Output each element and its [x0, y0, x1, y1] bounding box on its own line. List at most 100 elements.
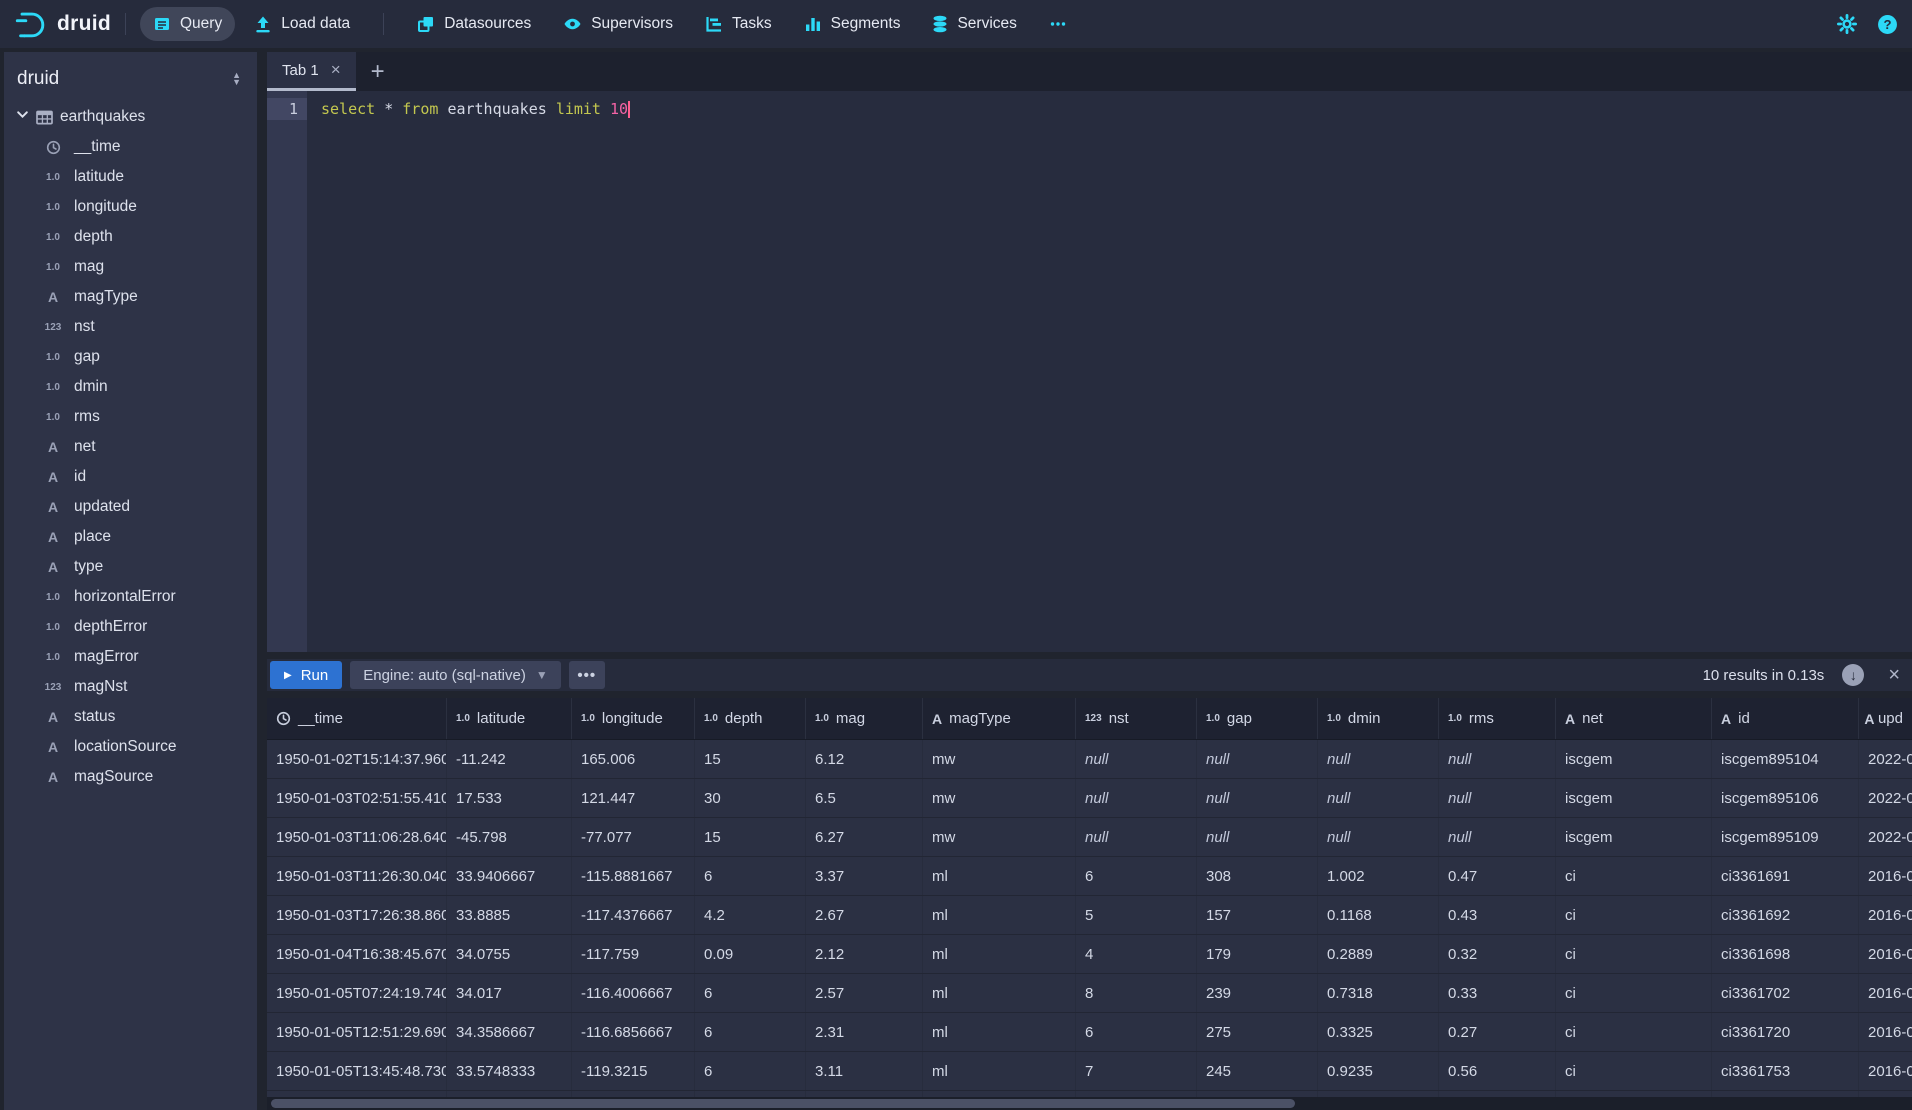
- cell[interactable]: ml: [923, 974, 1076, 1012]
- sidebar-column-gap[interactable]: 1.0gap: [4, 342, 257, 372]
- cell[interactable]: 1950-01-04T16:38:45.670Z: [267, 935, 447, 973]
- cell[interactable]: ci: [1556, 896, 1712, 934]
- cell[interactable]: ci3361692: [1712, 896, 1859, 934]
- cell[interactable]: 2.57: [806, 974, 923, 1012]
- cell[interactable]: -45.798: [447, 818, 572, 856]
- cell[interactable]: ml: [923, 857, 1076, 895]
- cell[interactable]: ci3361702: [1712, 974, 1859, 1012]
- cell[interactable]: 2.12: [806, 935, 923, 973]
- cell[interactable]: iscgem895106: [1712, 779, 1859, 817]
- cell[interactable]: 2022-0: [1859, 818, 1912, 856]
- cell[interactable]: -116.6856667: [572, 1013, 695, 1051]
- cell[interactable]: 0.1168: [1318, 896, 1439, 934]
- sidebar-column-type[interactable]: Atype: [4, 552, 257, 582]
- cell[interactable]: 179: [1197, 935, 1318, 973]
- cell[interactable]: iscgem895109: [1712, 818, 1859, 856]
- sidebar-column-horizontalError[interactable]: 1.0horizontalError: [4, 582, 257, 612]
- cell[interactable]: ml: [923, 1052, 1076, 1090]
- cell[interactable]: 6: [695, 1052, 806, 1090]
- cell[interactable]: 1950-01-03T02:51:55.410Z: [267, 779, 447, 817]
- sidebar-column-place[interactable]: Aplace: [4, 522, 257, 552]
- sidebar-column-depth[interactable]: 1.0depth: [4, 222, 257, 252]
- cell[interactable]: 15: [695, 740, 806, 778]
- column-header-id[interactable]: Aid: [1712, 698, 1859, 739]
- run-button[interactable]: ▶ Run: [270, 661, 342, 689]
- nav-item-services[interactable]: Services: [919, 7, 1029, 41]
- cell[interactable]: 8: [1076, 974, 1197, 1012]
- more-options-button[interactable]: •••: [569, 661, 605, 689]
- cell[interactable]: null: [1197, 818, 1318, 856]
- cell[interactable]: -119.3215: [572, 1052, 695, 1090]
- sidebar-column-magError[interactable]: 1.0magError: [4, 642, 257, 672]
- close-results-icon[interactable]: ×: [1888, 665, 1900, 685]
- cell[interactable]: 15: [695, 818, 806, 856]
- cell[interactable]: 1950-01-03T17:26:38.860Z: [267, 896, 447, 934]
- sidebar-column-longitude[interactable]: 1.0longitude: [4, 192, 257, 222]
- cell[interactable]: 165.006: [572, 740, 695, 778]
- column-header-longitude[interactable]: 1.0longitude: [572, 698, 695, 739]
- cell[interactable]: null: [1439, 779, 1556, 817]
- cell[interactable]: 2016-0: [1859, 1052, 1912, 1090]
- cell[interactable]: -117.4376667: [572, 896, 695, 934]
- sql-code-line[interactable]: select * from earthquakes limit 10: [307, 91, 1912, 652]
- sidebar-column-updated[interactable]: Aupdated: [4, 492, 257, 522]
- nav-item-supervisors[interactable]: Supervisors: [550, 7, 686, 41]
- sidebar-column-locationSource[interactable]: AlocationSource: [4, 732, 257, 762]
- cell[interactable]: 6: [1076, 857, 1197, 895]
- cell[interactable]: 239: [1197, 974, 1318, 1012]
- cell[interactable]: ci3361691: [1712, 857, 1859, 895]
- sidebar-column-net[interactable]: Anet: [4, 432, 257, 462]
- cell[interactable]: 5: [1076, 896, 1197, 934]
- cell[interactable]: ci3361753: [1712, 1052, 1859, 1090]
- cell[interactable]: 121.447: [572, 779, 695, 817]
- cell[interactable]: ml: [923, 935, 1076, 973]
- horizontal-scrollbar-thumb[interactable]: [271, 1099, 1295, 1108]
- cell[interactable]: 33.9406667: [447, 857, 572, 895]
- cell[interactable]: 1950-01-05T13:45:48.730Z: [267, 1052, 447, 1090]
- cell[interactable]: 2.31: [806, 1013, 923, 1051]
- druid-logo[interactable]: druid: [14, 7, 111, 41]
- cell[interactable]: 2016-0: [1859, 896, 1912, 934]
- column-header-nst[interactable]: 123nst: [1076, 698, 1197, 739]
- cell[interactable]: 3.11: [806, 1052, 923, 1090]
- sidebar-column-magSource[interactable]: AmagSource: [4, 762, 257, 792]
- double-caret-vertical-icon[interactable]: ▲▼: [228, 70, 245, 88]
- cell[interactable]: ml: [923, 1013, 1076, 1051]
- cell[interactable]: iscgem895104: [1712, 740, 1859, 778]
- cell[interactable]: null: [1197, 740, 1318, 778]
- cell[interactable]: 30: [695, 779, 806, 817]
- column-header-depth[interactable]: 1.0depth: [695, 698, 806, 739]
- cell[interactable]: 2016-0: [1859, 935, 1912, 973]
- cell[interactable]: 308: [1197, 857, 1318, 895]
- column-header-time[interactable]: __time: [267, 698, 447, 739]
- cell[interactable]: iscgem: [1556, 818, 1712, 856]
- cell[interactable]: null: [1318, 779, 1439, 817]
- cell[interactable]: 1950-01-05T12:51:29.690Z: [267, 1013, 447, 1051]
- cell[interactable]: 0.32: [1439, 935, 1556, 973]
- cell[interactable]: 4: [1076, 935, 1197, 973]
- column-header-latitude[interactable]: 1.0latitude: [447, 698, 572, 739]
- cell[interactable]: -11.242: [447, 740, 572, 778]
- cell[interactable]: null: [1076, 818, 1197, 856]
- sidebar-table-earthquakes[interactable]: earthquakes: [4, 102, 257, 132]
- cell[interactable]: 1950-01-03T11:26:30.040Z: [267, 857, 447, 895]
- cell[interactable]: 2022-0: [1859, 779, 1912, 817]
- cell[interactable]: ci: [1556, 1013, 1712, 1051]
- cell[interactable]: ml: [923, 896, 1076, 934]
- cell[interactable]: 1.002: [1318, 857, 1439, 895]
- engine-select-button[interactable]: Engine: auto (sql-native) ▼: [350, 661, 560, 689]
- horizontal-scrollbar-track[interactable]: [267, 1097, 1912, 1110]
- sidebar-column-time[interactable]: __time: [4, 132, 257, 162]
- nav-item-tasks[interactable]: Tasks: [692, 7, 785, 41]
- sql-editor[interactable]: 1 select * from earthquakes limit 10: [267, 91, 1912, 652]
- cell[interactable]: 2022-0: [1859, 740, 1912, 778]
- cell[interactable]: null: [1439, 818, 1556, 856]
- cell[interactable]: null: [1439, 740, 1556, 778]
- cell[interactable]: 2.67: [806, 896, 923, 934]
- cell[interactable]: 1950-01-05T07:24:19.740Z: [267, 974, 447, 1012]
- cell[interactable]: mw: [923, 740, 1076, 778]
- cell[interactable]: 6.12: [806, 740, 923, 778]
- cell[interactable]: null: [1076, 740, 1197, 778]
- column-header-upd[interactable]: Aupd: [1859, 698, 1912, 739]
- cell[interactable]: ci: [1556, 857, 1712, 895]
